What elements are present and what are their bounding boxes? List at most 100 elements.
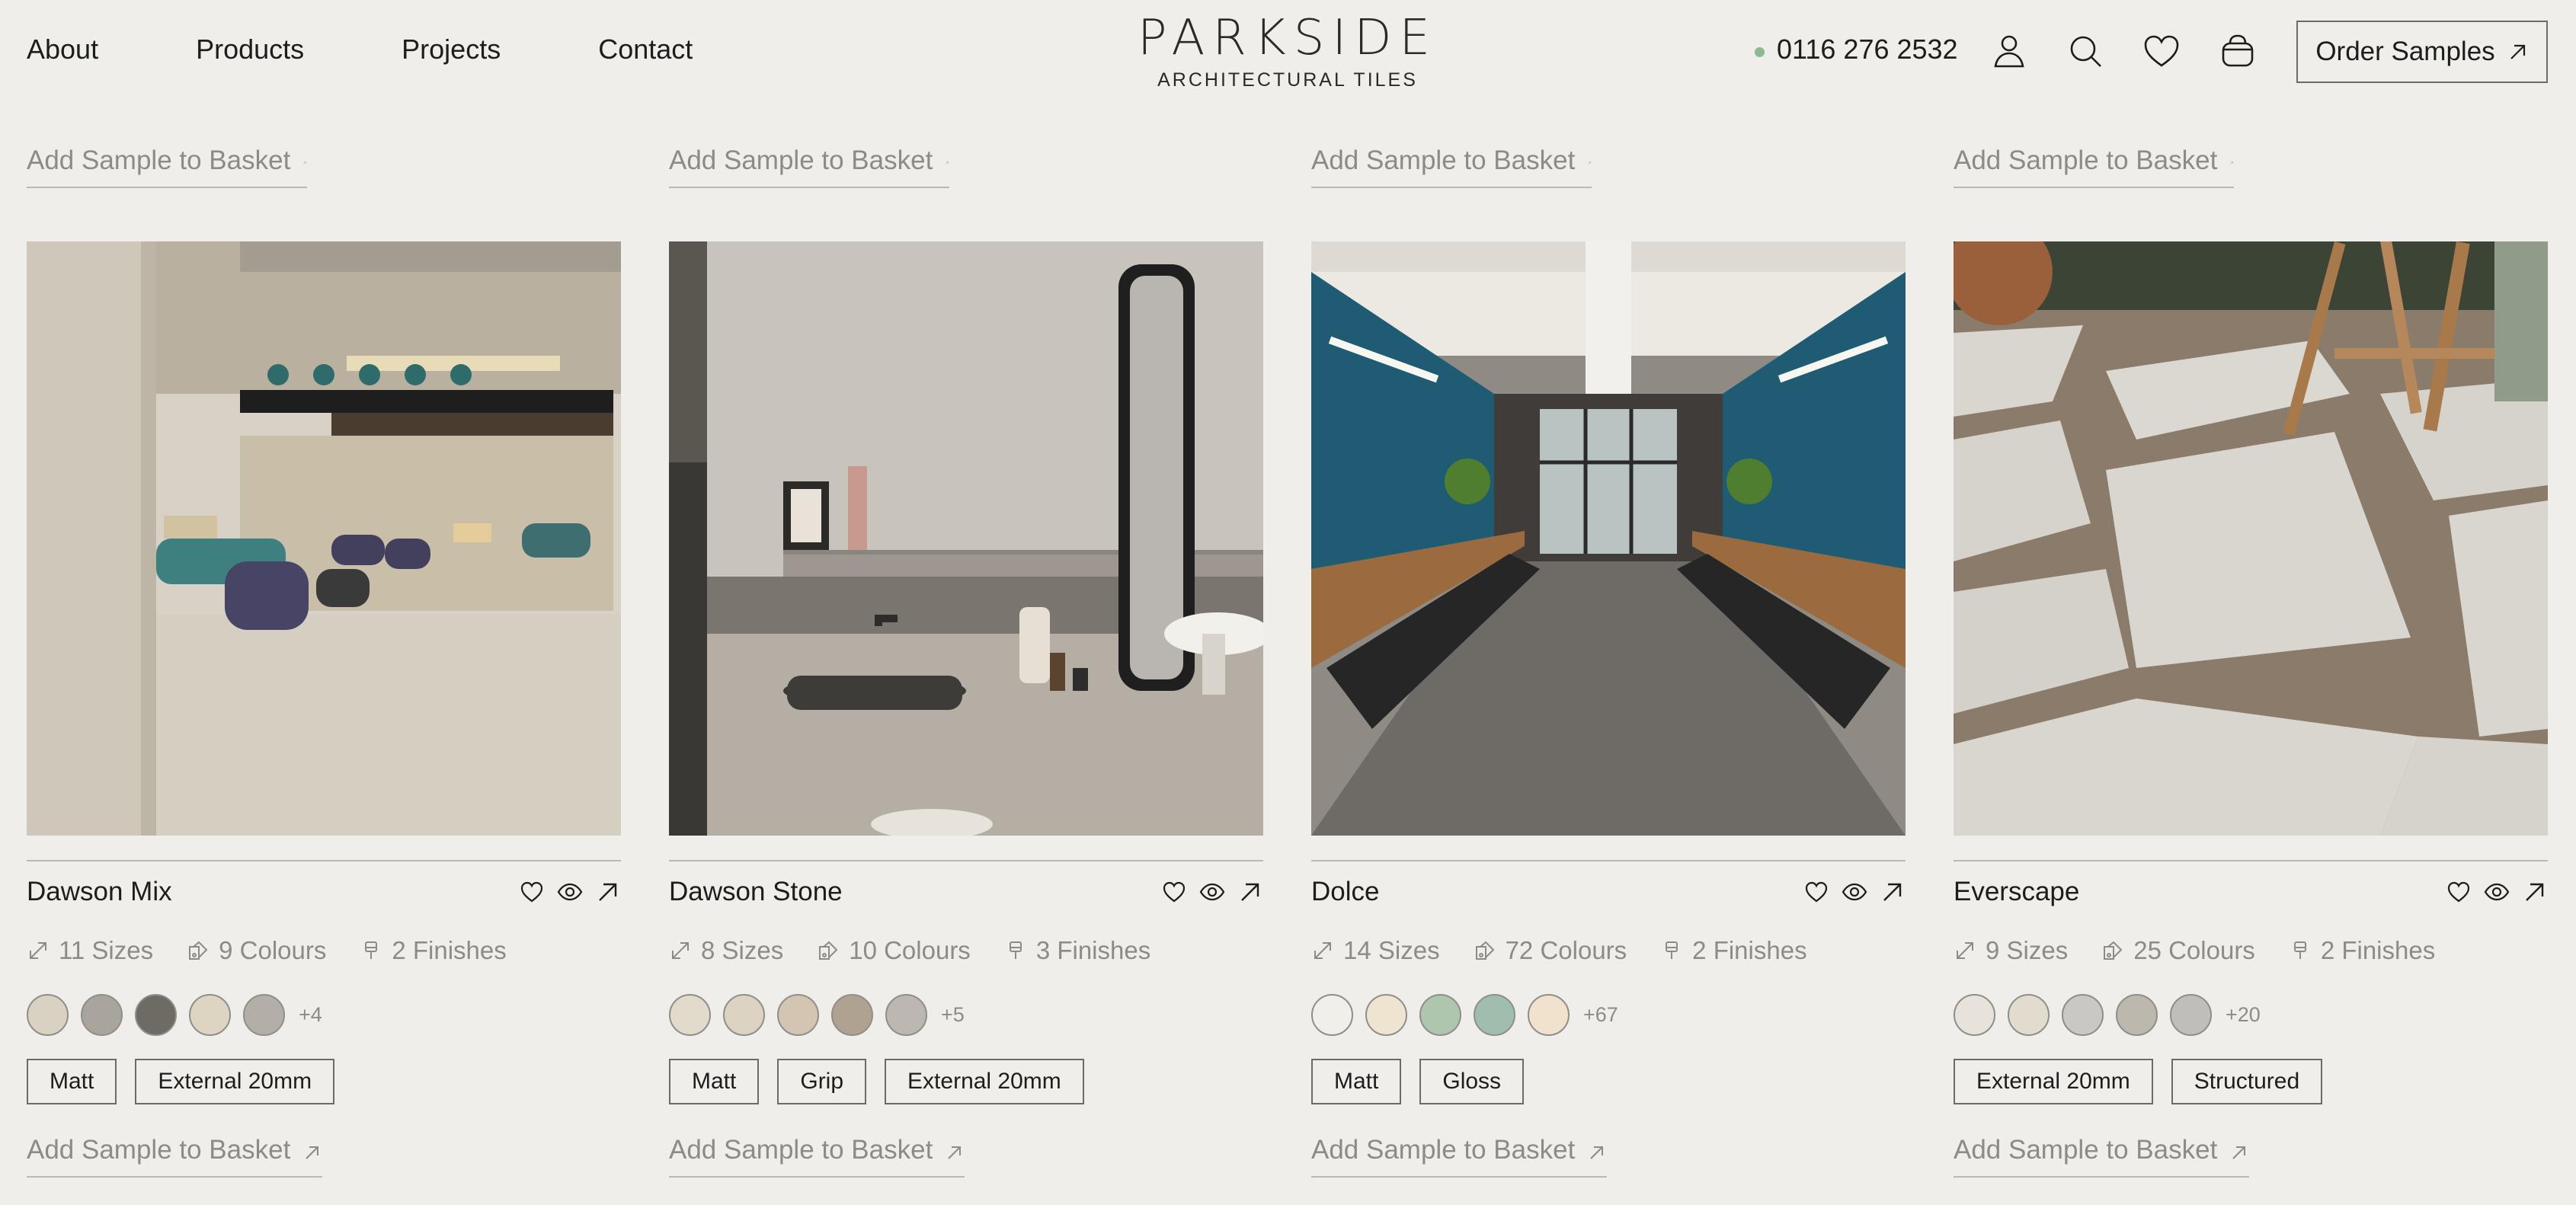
arrow-up-right-icon [1590,1146,1604,1159]
nav-about[interactable]: About [27,30,98,69]
nav-products[interactable]: Products [196,30,304,69]
basket-icon[interactable] [2217,30,2258,72]
spec-colours: 10 Colours [817,936,971,965]
add-sample-basket-link[interactable]: Add Sample to Basket [1954,135,2234,188]
spec-sizes-text: 9 Sizes [1986,936,2069,964]
site-logo[interactable]: PARKSIDE ARCHITECTURAL TILES [1135,11,1440,93]
resize-arrow-icon [672,942,689,959]
more-colours-count[interactable]: +5 [941,1003,965,1027]
finish-tag-structured[interactable]: Structured [2171,1059,2323,1104]
add-sample-basket-link[interactable]: Add Sample to Basket [27,135,307,188]
colour-swatch[interactable] [27,994,69,1036]
spec-finishes-text: 2 Finishes [2320,936,2436,964]
open-product-arrow-icon[interactable] [1880,879,1906,905]
finish-tags: Matt Grip External 20mm [669,1059,1263,1104]
product-image-office[interactable] [1311,241,1906,836]
product-specs: 8 Sizes 10 Colours 3 Finishes [669,936,1263,965]
more-colours-count[interactable]: +20 [2226,1003,2261,1027]
open-product-arrow-icon[interactable] [2522,879,2548,905]
product-image-patio[interactable] [1954,241,2548,836]
colour-swatch[interactable] [831,994,873,1036]
finish-tag-grip[interactable]: Grip [777,1059,867,1104]
colour-swatches: +5 [669,994,1263,1036]
quick-view-eye-icon[interactable] [1842,879,1867,905]
product-title[interactable]: Dawson Stone [669,877,843,907]
more-colours-count[interactable]: +67 [1583,1003,1618,1027]
more-colours-count[interactable]: +4 [299,1003,322,1027]
colour-swatch[interactable] [243,994,285,1036]
arrow-up-right-icon [948,1146,962,1159]
card-actions [1791,879,1906,905]
account-icon[interactable] [1989,30,2030,72]
spec-finishes-text: 2 Finishes [1692,936,1807,964]
colour-swatch[interactable] [1311,994,1353,1036]
brush-icon [1009,941,1022,959]
colour-swatches: +20 [1954,994,2548,1036]
colour-swatch[interactable] [669,994,711,1036]
add-sample-basket-link[interactable]: Add Sample to Basket [669,135,949,188]
colour-swatch[interactable] [2170,994,2212,1036]
open-product-arrow-icon[interactable] [1237,879,1263,905]
spec-sizes: 9 Sizes [1954,936,2068,965]
product-title[interactable]: Dolce [1311,877,1379,907]
colour-swatch[interactable] [2008,994,2050,1036]
spec-colours-text: 25 Colours [2133,936,2255,964]
favourite-heart-icon[interactable] [519,879,545,905]
finish-tag-matt[interactable]: Matt [27,1059,117,1104]
finish-tag-gloss[interactable]: Gloss [1419,1059,1525,1104]
finish-tag-matt[interactable]: Matt [1311,1059,1402,1104]
colour-swatch[interactable] [1528,994,1570,1036]
favourite-heart-icon[interactable] [1803,879,1829,905]
product-specs: 9 Sizes 25 Colours 2 Finishes [1954,936,2548,965]
finish-tag-external[interactable]: External 20mm [885,1059,1084,1104]
arrow-up-right-icon [2232,1146,2246,1159]
colour-swatches: +67 [1311,994,1906,1036]
finish-tag-matt[interactable]: Matt [669,1059,760,1104]
colour-swatch[interactable] [2116,994,2158,1036]
colour-swatch[interactable] [885,994,927,1036]
colour-swatch[interactable] [135,994,177,1036]
add-sample-basket-link[interactable]: Add Sample to Basket [1311,1124,1608,1178]
colour-swatch[interactable] [1365,994,1407,1036]
basket-link-label: Add Sample to Basket [669,145,933,175]
product-title[interactable]: Everscape [1954,877,2079,907]
colour-swatch[interactable] [1474,994,1515,1036]
brush-icon [2293,941,2306,959]
open-product-arrow-icon[interactable] [595,879,621,905]
product-card: Everscape 9 Sizes 25 Colours 2 Finishes … [1954,241,2548,1178]
finish-tag-external[interactable]: External 20mm [1954,1059,2153,1104]
favourite-heart-icon[interactable] [1161,879,1187,905]
quick-view-eye-icon[interactable] [557,879,583,905]
nav-projects[interactable]: Projects [402,30,501,69]
nav-contact[interactable]: Contact [598,30,693,69]
arrow-up-right-icon [306,1146,319,1159]
finish-tags: External 20mm Structured [1954,1059,2548,1104]
colour-swatch[interactable] [81,994,123,1036]
spec-colours: 25 Colours [2101,936,2255,965]
phone-number[interactable]: 0116 276 2532 [1755,30,1958,69]
resize-arrow-icon [1957,942,1973,959]
add-sample-basket-link[interactable]: Add Sample to Basket [1954,1124,2250,1178]
favourite-heart-icon[interactable] [2446,879,2472,905]
colour-swatch[interactable] [2062,994,2104,1036]
add-sample-basket-link[interactable]: Add Sample to Basket [1311,135,1592,188]
card-title-row: Everscape [1954,875,2548,909]
colour-swatch[interactable] [777,994,819,1036]
finish-tag-external[interactable]: External 20mm [135,1059,335,1104]
basket-link-label: Add Sample to Basket [1311,1135,1576,1165]
colour-swatch[interactable] [189,994,231,1036]
wishlist-heart-icon[interactable] [2141,30,2182,72]
spec-colours-text: 9 Colours [219,936,327,964]
product-title[interactable]: Dawson Mix [27,877,172,907]
colour-swatch[interactable] [1954,994,1995,1036]
search-icon[interactable] [2065,30,2106,72]
order-samples-button[interactable]: Order Samples [2296,21,2548,83]
product-image-lounge[interactable] [27,241,621,836]
colour-swatch[interactable] [1419,994,1461,1036]
quick-view-eye-icon[interactable] [2484,879,2510,905]
colour-swatch[interactable] [723,994,765,1036]
add-sample-basket-link[interactable]: Add Sample to Basket [27,1124,323,1178]
product-image-bathroom[interactable] [669,241,1263,836]
add-sample-basket-link[interactable]: Add Sample to Basket [669,1124,965,1178]
quick-view-eye-icon[interactable] [1199,879,1225,905]
